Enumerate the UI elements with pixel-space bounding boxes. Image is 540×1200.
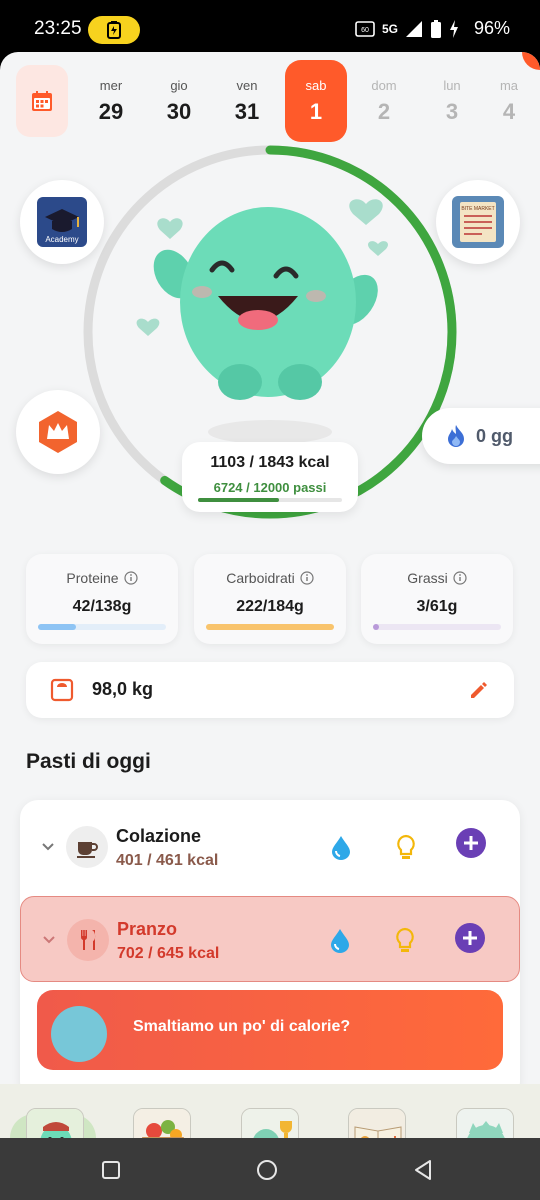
home-button[interactable] (256, 1159, 278, 1181)
signal-icon (405, 20, 422, 37)
streak-counter[interactable]: 0 gg (422, 408, 540, 464)
add-meal-button[interactable] (455, 923, 485, 953)
mascot-avatar (51, 1006, 107, 1062)
rewards-button[interactable] (16, 390, 100, 474)
chevron-down-icon (42, 843, 54, 851)
calorie-summary-card[interactable]: 1103 / 1843 kcal 6724 / 12000 passi (182, 442, 358, 512)
edit-pencil-icon[interactable] (468, 679, 490, 701)
macro-value: 3/61g (416, 598, 458, 615)
system-navigation-bar (0, 1138, 540, 1200)
macro-value: 42/138g (72, 598, 132, 615)
network-type: 5G (381, 21, 398, 36)
recent-apps-button[interactable] (101, 1160, 121, 1180)
macro-value: 222/184g (236, 598, 304, 615)
home-screen: mer 29 gio 30 ven 31 sab 1 dom 2 lun 3 ma 4 1 (0, 52, 540, 1138)
status-time: 23:25 (34, 18, 82, 39)
nav-food-basket-icon[interactable] (133, 1108, 191, 1138)
macro-card-fat[interactable]: Grassi 3/61g (361, 554, 513, 644)
market-icon: BITE MARKET (452, 196, 504, 248)
market-label: BITE MARKET (461, 206, 494, 212)
scale-icon (50, 678, 74, 702)
nav-profile-mascot-icon[interactable] (456, 1108, 514, 1138)
meal-breakfast[interactable]: Colazione 401 / 461 kcal (20, 804, 520, 898)
battery-percent: 96% (473, 18, 510, 38)
kcal-text: 1103 / 1843 kcal (210, 454, 330, 471)
chevron-down-icon (43, 936, 55, 944)
academy-button[interactable]: Academy (20, 180, 104, 264)
day-sab-selected[interactable]: sab 1 (285, 60, 347, 142)
status-bar: 23:25 60 5G 96% (0, 0, 540, 56)
day-ven[interactable]: ven 31 (216, 60, 278, 142)
macro-progress-bar (206, 624, 334, 630)
macro-progress-fill (373, 624, 380, 630)
meal-name: Colazione (116, 826, 202, 846)
calendar-button[interactable] (16, 65, 68, 137)
mascot-illustration (136, 199, 388, 444)
calendar-icon (32, 91, 52, 111)
add-meal-button[interactable] (456, 828, 486, 858)
meal-kcal: 401 / 461 kcal (116, 852, 219, 869)
promo-text: Smaltiamo un po' di calorie? (133, 1018, 351, 1035)
lightbulb-icon[interactable] (394, 927, 416, 955)
macro-card-carbs[interactable]: Carboidrati 222/184g (194, 554, 346, 644)
day-gio[interactable]: gio 30 (148, 60, 210, 142)
weight-value: 98,0 kg (92, 679, 154, 699)
status-icons: 60 5G 96% (355, 18, 510, 39)
macro-label: Grassi (407, 570, 448, 586)
battery-saver-icon (88, 16, 140, 44)
academy-icon: Academy (37, 197, 87, 247)
macro-progress-bar (373, 624, 501, 630)
hd-icon: 60 (355, 20, 375, 37)
water-drop-icon[interactable] (329, 927, 351, 953)
svg-text:60: 60 (361, 27, 369, 34)
nav-home-mascot-icon[interactable] (26, 1108, 84, 1138)
info-icon (453, 571, 467, 585)
macro-card-protein[interactable]: Proteine 42/138g (26, 554, 178, 644)
streak-text: 0 gg (476, 425, 514, 446)
bottom-navigation (0, 1084, 540, 1138)
meal-lunch[interactable]: Pranzo 702 / 645 kcal (20, 896, 520, 982)
macro-label: Carboidrati (226, 570, 295, 586)
meal-kcal: 702 / 645 kcal (117, 945, 220, 962)
info-icon (123, 571, 138, 585)
back-button[interactable] (413, 1159, 433, 1181)
day-mar[interactable]: ma 4 (489, 60, 529, 142)
activity-promo-banner[interactable]: Smaltiamo un po' di calorie? (37, 990, 503, 1070)
academy-label: Academy (45, 235, 78, 244)
nav-trophy-mascot-icon[interactable] (241, 1108, 299, 1138)
meal-name: Pranzo (117, 919, 178, 939)
lightbulb-icon[interactable] (395, 834, 417, 862)
steps-text: 6724 / 12000 passi (213, 480, 327, 495)
battery-icon (430, 19, 441, 38)
steps-progress-fill (198, 498, 279, 502)
market-button[interactable]: BITE MARKET (436, 180, 520, 264)
macro-progress-fill (38, 624, 77, 630)
meals-section-title: Pasti di oggi (26, 750, 151, 773)
macro-label: Proteine (66, 570, 119, 586)
day-dom[interactable]: dom 2 (353, 60, 415, 142)
water-drop-icon[interactable] (330, 834, 352, 860)
macro-progress-fill (206, 624, 334, 630)
crown-badge-icon (39, 411, 77, 453)
charging-icon (449, 19, 458, 38)
meals-list: Colazione 401 / 461 kcal Pranzo 702 / 64… (20, 800, 520, 1100)
macro-progress-bar (38, 624, 166, 630)
flame-icon (448, 425, 464, 447)
steps-progress-bar (198, 498, 342, 502)
fork-knife-icon (67, 919, 109, 961)
coffee-cup-icon (66, 826, 108, 868)
day-lun[interactable]: lun 3 (421, 60, 483, 142)
day-mer[interactable]: mer 29 (80, 60, 142, 142)
info-icon (300, 571, 314, 585)
weight-card[interactable]: 98,0 kg (26, 662, 514, 718)
nav-diary-book-icon[interactable] (348, 1108, 406, 1138)
